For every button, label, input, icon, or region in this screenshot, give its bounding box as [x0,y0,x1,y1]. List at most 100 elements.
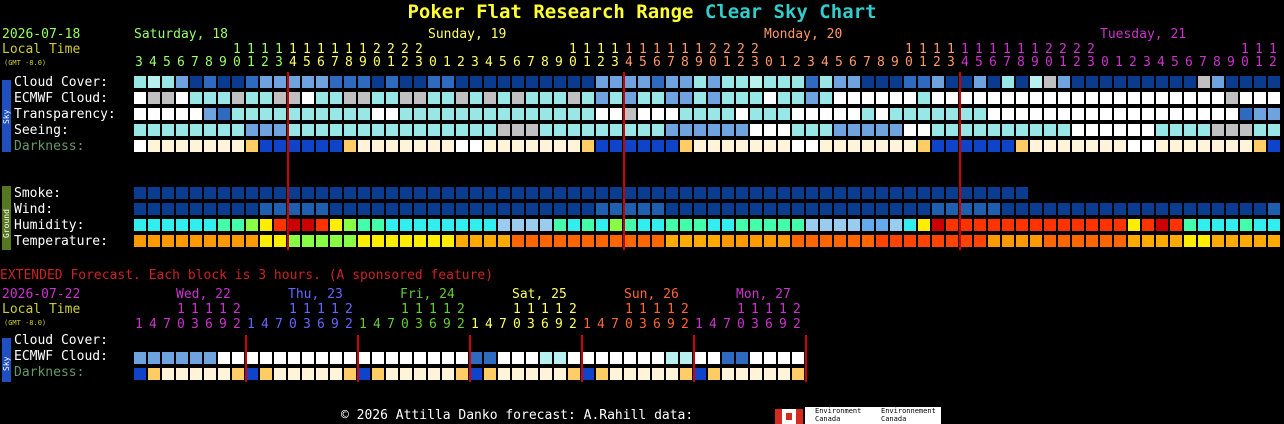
forecast-cell [484,76,496,88]
forecast-cell [470,76,482,88]
forecast-cell [1268,219,1280,231]
forecast-cell [190,124,202,136]
title-chart-name: Clear Sky Chart [704,1,877,23]
hour-ones-digit: 3 [611,55,619,70]
forecast-cell [918,76,930,88]
forecast-cell [498,219,510,231]
forecast-cell [960,124,972,136]
forecast-cell [1240,203,1252,215]
forecast-cell [148,140,160,152]
forecast-cell [918,140,930,152]
forecast-cell [1184,92,1196,104]
forecast-cell [204,235,216,247]
forecast-cell [344,235,356,247]
forecast-cell [792,235,804,247]
forecast-cell [1128,203,1140,215]
forecast-cell [1198,108,1210,120]
forecast-cell [848,203,860,215]
forecast-cell [400,76,412,88]
forecast-cell [302,352,314,364]
forecast-cell [330,124,342,136]
forecast-cell [134,108,146,120]
forecast-cell [764,140,776,152]
day-label: Monday, 20 [764,27,843,42]
forecast-cell [904,140,916,152]
forecast-cell [638,124,650,136]
extended-hour-ones-digit: 9 [667,317,675,332]
extended-hour-tens-digit: 2 [681,302,689,317]
forecast-cell [1100,203,1112,215]
forecast-cell [246,140,258,152]
forecast-cell [554,140,566,152]
row-label-cloudcover: Cloud Cover: [14,75,108,90]
forecast-cell [176,140,188,152]
forecast-cell [274,140,286,152]
forecast-cell [372,92,384,104]
forecast-cell [806,140,818,152]
hour-ones-digit: 2 [597,55,605,70]
forecast-cell [960,76,972,88]
forecast-cell [624,368,636,380]
forecast-cell [708,352,720,364]
forecast-cell [554,203,566,215]
hour-ones-digit: 5 [975,55,983,70]
extended-hour-ones-digit: 9 [555,317,563,332]
forecast-cell [792,92,804,104]
forecast-cell [778,219,790,231]
forecast-cell [1030,76,1042,88]
forecast-cell [1156,203,1168,215]
forecast-cell [1268,92,1280,104]
forecast-cell [498,108,510,120]
extended-hour-ones-digit: 3 [527,317,535,332]
forecast-cell [624,187,636,199]
forecast-cell [148,108,160,120]
extended-gmt-label: (GMT -8.0) [4,319,47,327]
forecast-cell [1212,219,1224,231]
extended-hour-ones-digit: 6 [205,317,213,332]
forecast-cell [722,76,734,88]
forecast-cell [1128,140,1140,152]
forecast-cell [596,108,608,120]
forecast-cell [750,219,762,231]
forecast-cell [1086,140,1098,152]
forecast-cell [680,108,692,120]
forecast-cell [1226,76,1238,88]
forecast-cell [596,352,608,364]
forecast-cell [1198,219,1210,231]
forecast-cell [512,368,524,380]
forecast-cell [330,187,342,199]
forecast-cell [260,203,272,215]
hour-ones-digit: 0 [905,55,913,70]
forecast-cell [232,76,244,88]
forecast-cell [344,187,356,199]
forecast-cell [484,352,496,364]
forecast-cell [834,219,846,231]
forecast-cell [694,124,706,136]
forecast-cell [680,203,692,215]
extended-hour-tens-digit: 1 [625,302,633,317]
forecast-cell [470,368,482,380]
forecast-cell [1100,140,1112,152]
forecast-cell [792,76,804,88]
forecast-cell [274,203,286,215]
forecast-cell [1142,235,1154,247]
forecast-cell [498,235,510,247]
extended-hour-ones-digit: 1 [471,317,479,332]
forecast-cell [1212,108,1224,120]
hour-ones-digit: 3 [135,55,143,70]
forecast-cell [834,140,846,152]
forecast-cell [428,187,440,199]
forecast-cell [204,203,216,215]
forecast-cell [498,92,510,104]
hour-ones-digit: 0 [1045,55,1053,70]
row-label-wind: Wind: [14,202,54,217]
forecast-cell [610,219,622,231]
forecast-cell [428,352,440,364]
hour-ones-digit: 1 [779,55,787,70]
forecast-cell [1142,203,1154,215]
forecast-cell [624,108,636,120]
forecast-cell [946,92,958,104]
extended-hour-tens-digit: 1 [415,302,423,317]
hour-ones-digit: 4 [625,55,633,70]
hour-ones-digit: 0 [373,55,381,70]
